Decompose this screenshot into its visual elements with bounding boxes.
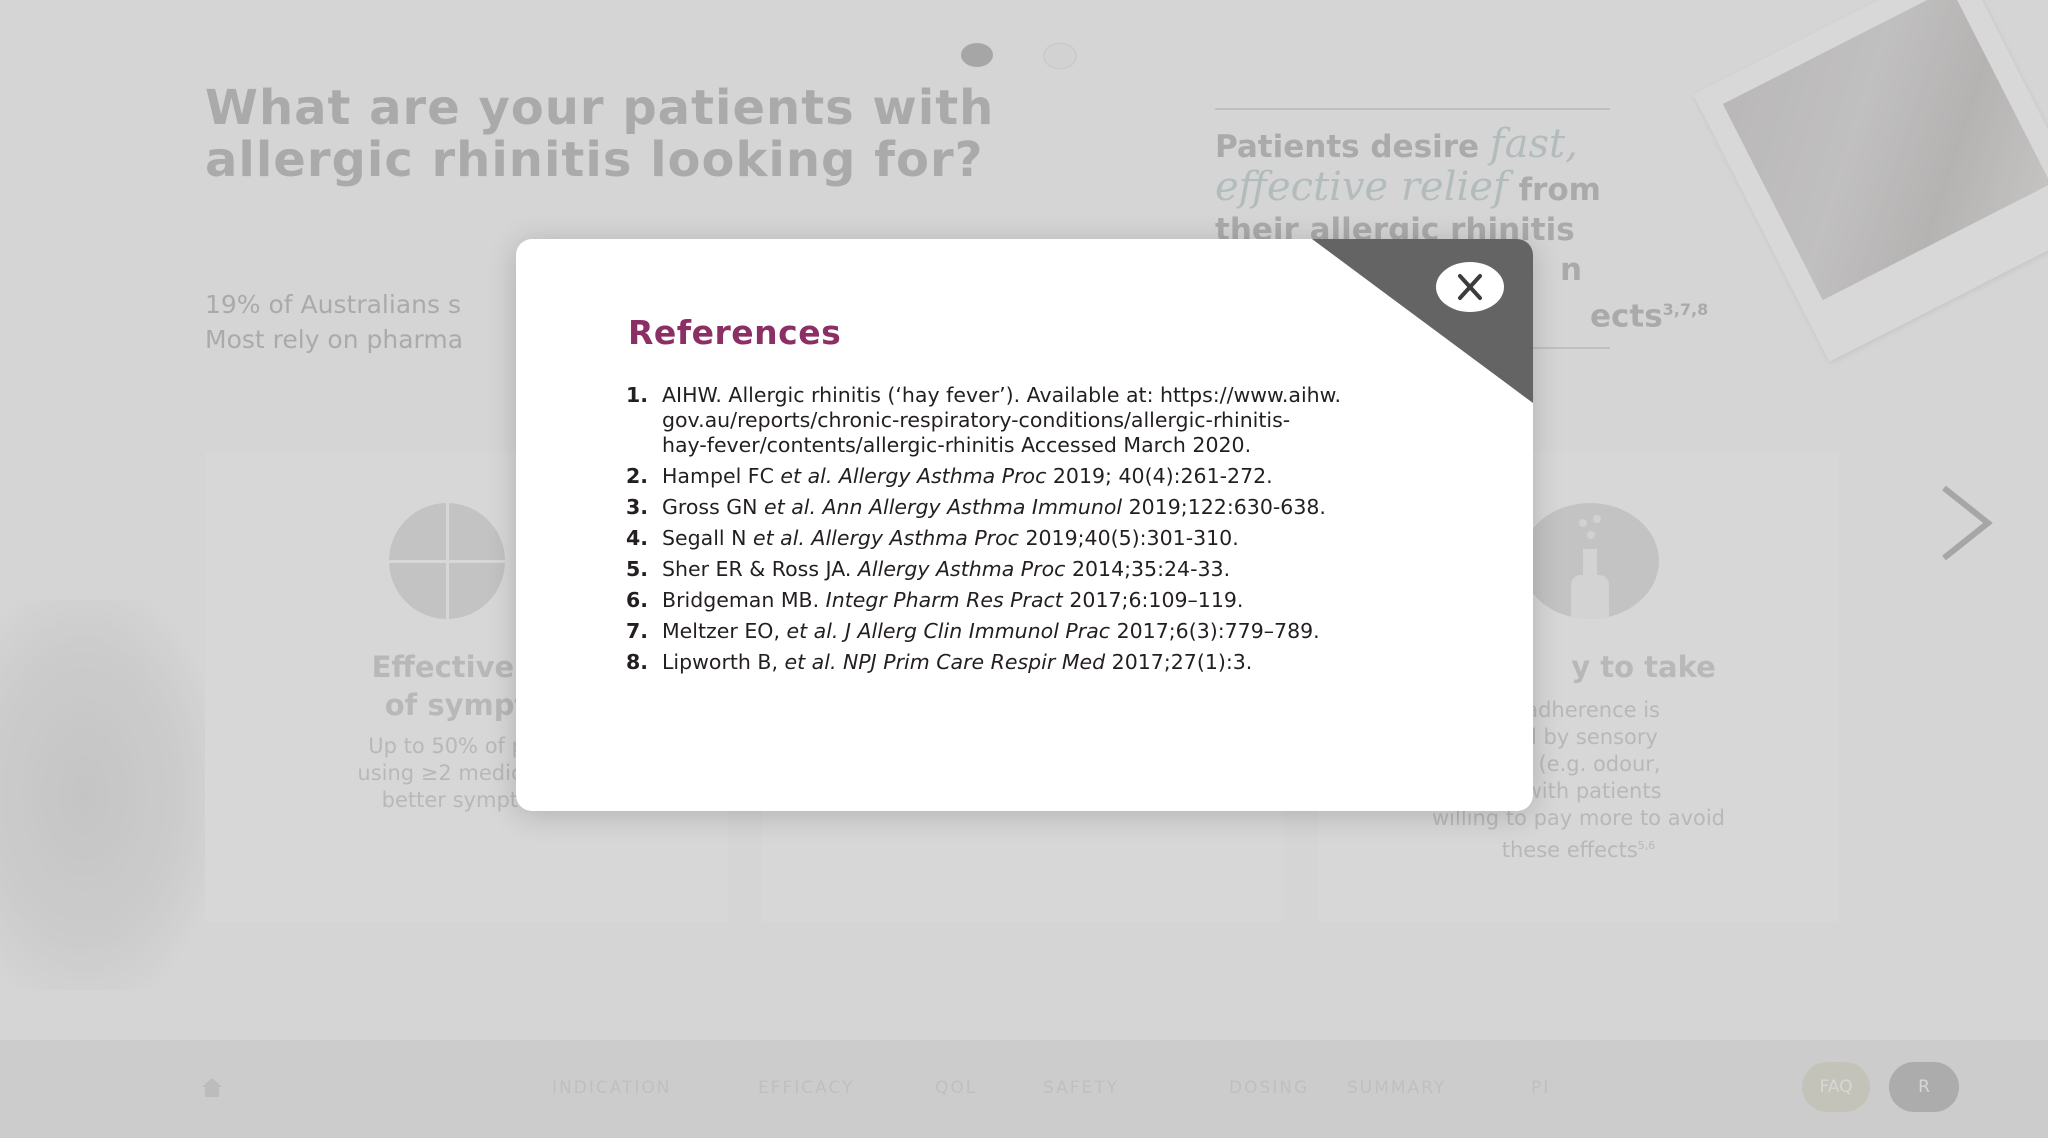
reference-text: Gross GN et al. Ann Allergy Asthma Immun… [662,495,1326,519]
reference-number: 4. [626,526,649,550]
reference-item: 6. Bridgeman MB. Integr Pharm Res Pract 2… [626,588,1426,613]
reference-text: Bridgeman MB. Integr Pharm Res Pract 201… [662,588,1244,612]
reference-item: 8. Lipworth B, et al. NPJ Prim Care Respi… [626,650,1426,675]
reference-item: 3. Gross GN et al. Ann Allergy Asthma Imm… [626,495,1426,520]
reference-item: 2. Hampel FC et al. Allergy Asthma Proc 2… [626,464,1426,489]
reference-text: Hampel FC et al. Allergy Asthma Proc 201… [662,464,1273,488]
reference-item: 4. Segall N et al. Allergy Asthma Proc 20… [626,526,1426,551]
reference-item: 5. Sher ER & Ross JA. Allergy Asthma Proc… [626,557,1426,582]
reference-text: Sher ER & Ross JA. Allergy Asthma Proc 2… [662,557,1231,581]
reference-number: 2. [626,464,649,488]
reference-number: 5. [626,557,649,581]
reference-number: 3. [626,495,649,519]
references-modal: References 1. AIHW. Allergic rhinitis (‘h… [516,239,1533,811]
reference-text: Lipworth B, et al. NPJ Prim Care Respir … [662,650,1253,674]
modal-title: References [628,313,842,352]
reference-item: 7. Meltzer EO, et al. J Allerg Clin Immun… [626,619,1426,644]
reference-number: 7. [626,619,649,643]
reference-item: 1. AIHW. Allergic rhinitis (‘hay fever’).… [626,383,1426,458]
reference-number: 6. [626,588,649,612]
close-button[interactable] [1436,262,1504,312]
reference-text: Meltzer EO, et al. J Allerg Clin Immunol… [662,619,1320,643]
close-icon [1458,274,1482,300]
reference-number: 1. [626,383,649,407]
reference-number: 8. [626,650,649,674]
reference-text: Segall N et al. Allergy Asthma Proc 2019… [662,526,1239,550]
reference-text: AIHW. Allergic rhinitis (‘hay fever’). A… [662,383,1342,457]
reference-list: 1. AIHW. Allergic rhinitis (‘hay fever’).… [626,383,1426,681]
